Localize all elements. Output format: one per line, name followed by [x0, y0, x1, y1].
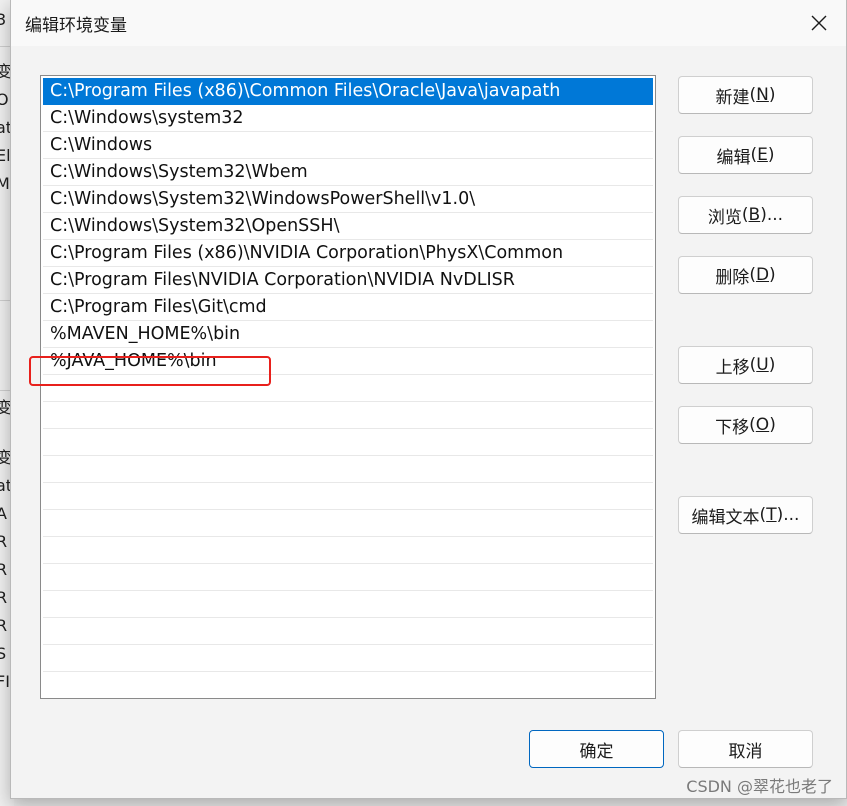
path-list-item[interactable]: C:\Program Files\Git\cmd [43, 294, 653, 321]
cancel-button[interactable]: 取消 [678, 730, 813, 768]
new-button-label: 新建 [715, 87, 750, 108]
path-list-empty-row[interactable] [43, 483, 653, 510]
move-down-button-key: O [755, 415, 770, 435]
delete-button-key: D [755, 265, 770, 285]
delete-button[interactable]: 删除(D) [678, 256, 813, 294]
path-list-item[interactable]: %MAVEN_HOME%\bin [43, 321, 653, 348]
move-up-button-label: 上移 [715, 357, 750, 378]
path-list-item[interactable]: C:\Program Files\NVIDIA Corporation\NVID… [43, 267, 653, 294]
path-list-empty-row[interactable] [43, 375, 653, 402]
new-button-key: N [756, 85, 769, 105]
path-list-empty-row[interactable] [43, 645, 653, 672]
path-list-item[interactable]: C:\Program Files (x86)\Common Files\Orac… [43, 78, 653, 105]
browse-button[interactable]: 浏览(B)... [678, 196, 813, 234]
move-up-button-key: U [756, 355, 769, 375]
path-list-item[interactable]: C:\Windows\System32\Wbem [43, 159, 653, 186]
dialog-title: 编辑环境变量 [25, 16, 127, 36]
edit-text-button-key: T [766, 505, 777, 525]
path-list-empty-row[interactable] [43, 618, 653, 645]
path-list-item[interactable]: C:\Program Files (x86)\NVIDIA Corporatio… [43, 240, 653, 267]
watermark: CSDN @翠花也老了 [686, 777, 833, 796]
move-down-button-label: 下移 [715, 417, 750, 438]
browse-button-label: 浏览 [707, 207, 742, 228]
path-list-item[interactable]: C:\Windows\system32 [43, 105, 653, 132]
edit-button[interactable]: 编辑(E) [678, 136, 813, 174]
close-button[interactable] [804, 9, 834, 37]
close-icon [811, 15, 827, 31]
edit-text-button-suffix: ... [783, 505, 800, 525]
path-list[interactable]: C:\Program Files (x86)\Common Files\Orac… [40, 75, 656, 699]
path-list-item[interactable]: C:\Windows\System32\OpenSSH\ [43, 213, 653, 240]
path-list-empty-row[interactable] [43, 402, 653, 429]
edit-button-key: E [757, 145, 768, 165]
edit-text-button-label: 编辑文本 [691, 507, 760, 528]
path-list-empty-row[interactable] [43, 456, 653, 483]
move-up-button[interactable]: 上移(U) [678, 346, 813, 384]
ok-button-label: 确定 [579, 741, 614, 762]
path-list-item[interactable]: C:\Windows [43, 132, 653, 159]
path-list-empty-row[interactable] [43, 510, 653, 537]
path-list-empty-row[interactable] [43, 537, 653, 564]
browse-button-key: B [748, 205, 761, 225]
edit-env-variable-dialog: 编辑环境变量 C:\Program Files (x86)\Common Fil… [10, 0, 847, 799]
browse-button-suffix: ... [766, 205, 784, 225]
path-list-empty-row[interactable] [43, 564, 653, 591]
edit-button-label: 编辑 [716, 147, 751, 168]
path-list-item[interactable]: C:\Windows\System32\WindowsPowerShell\v1… [43, 186, 653, 213]
path-list-empty-row[interactable] [43, 429, 653, 456]
path-list-item[interactable]: %JAVA_HOME%\bin [43, 348, 653, 375]
new-button[interactable]: 新建(N) [678, 76, 813, 114]
delete-button-label: 删除 [715, 267, 750, 288]
title-bar[interactable]: 编辑环境变量 [11, 0, 846, 46]
path-list-empty-row[interactable] [43, 591, 653, 618]
edit-text-button[interactable]: 编辑文本(T)... [678, 496, 813, 534]
cancel-button-label: 取消 [728, 741, 763, 762]
ok-button[interactable]: 确定 [529, 730, 664, 768]
move-down-button[interactable]: 下移(O) [678, 406, 813, 444]
